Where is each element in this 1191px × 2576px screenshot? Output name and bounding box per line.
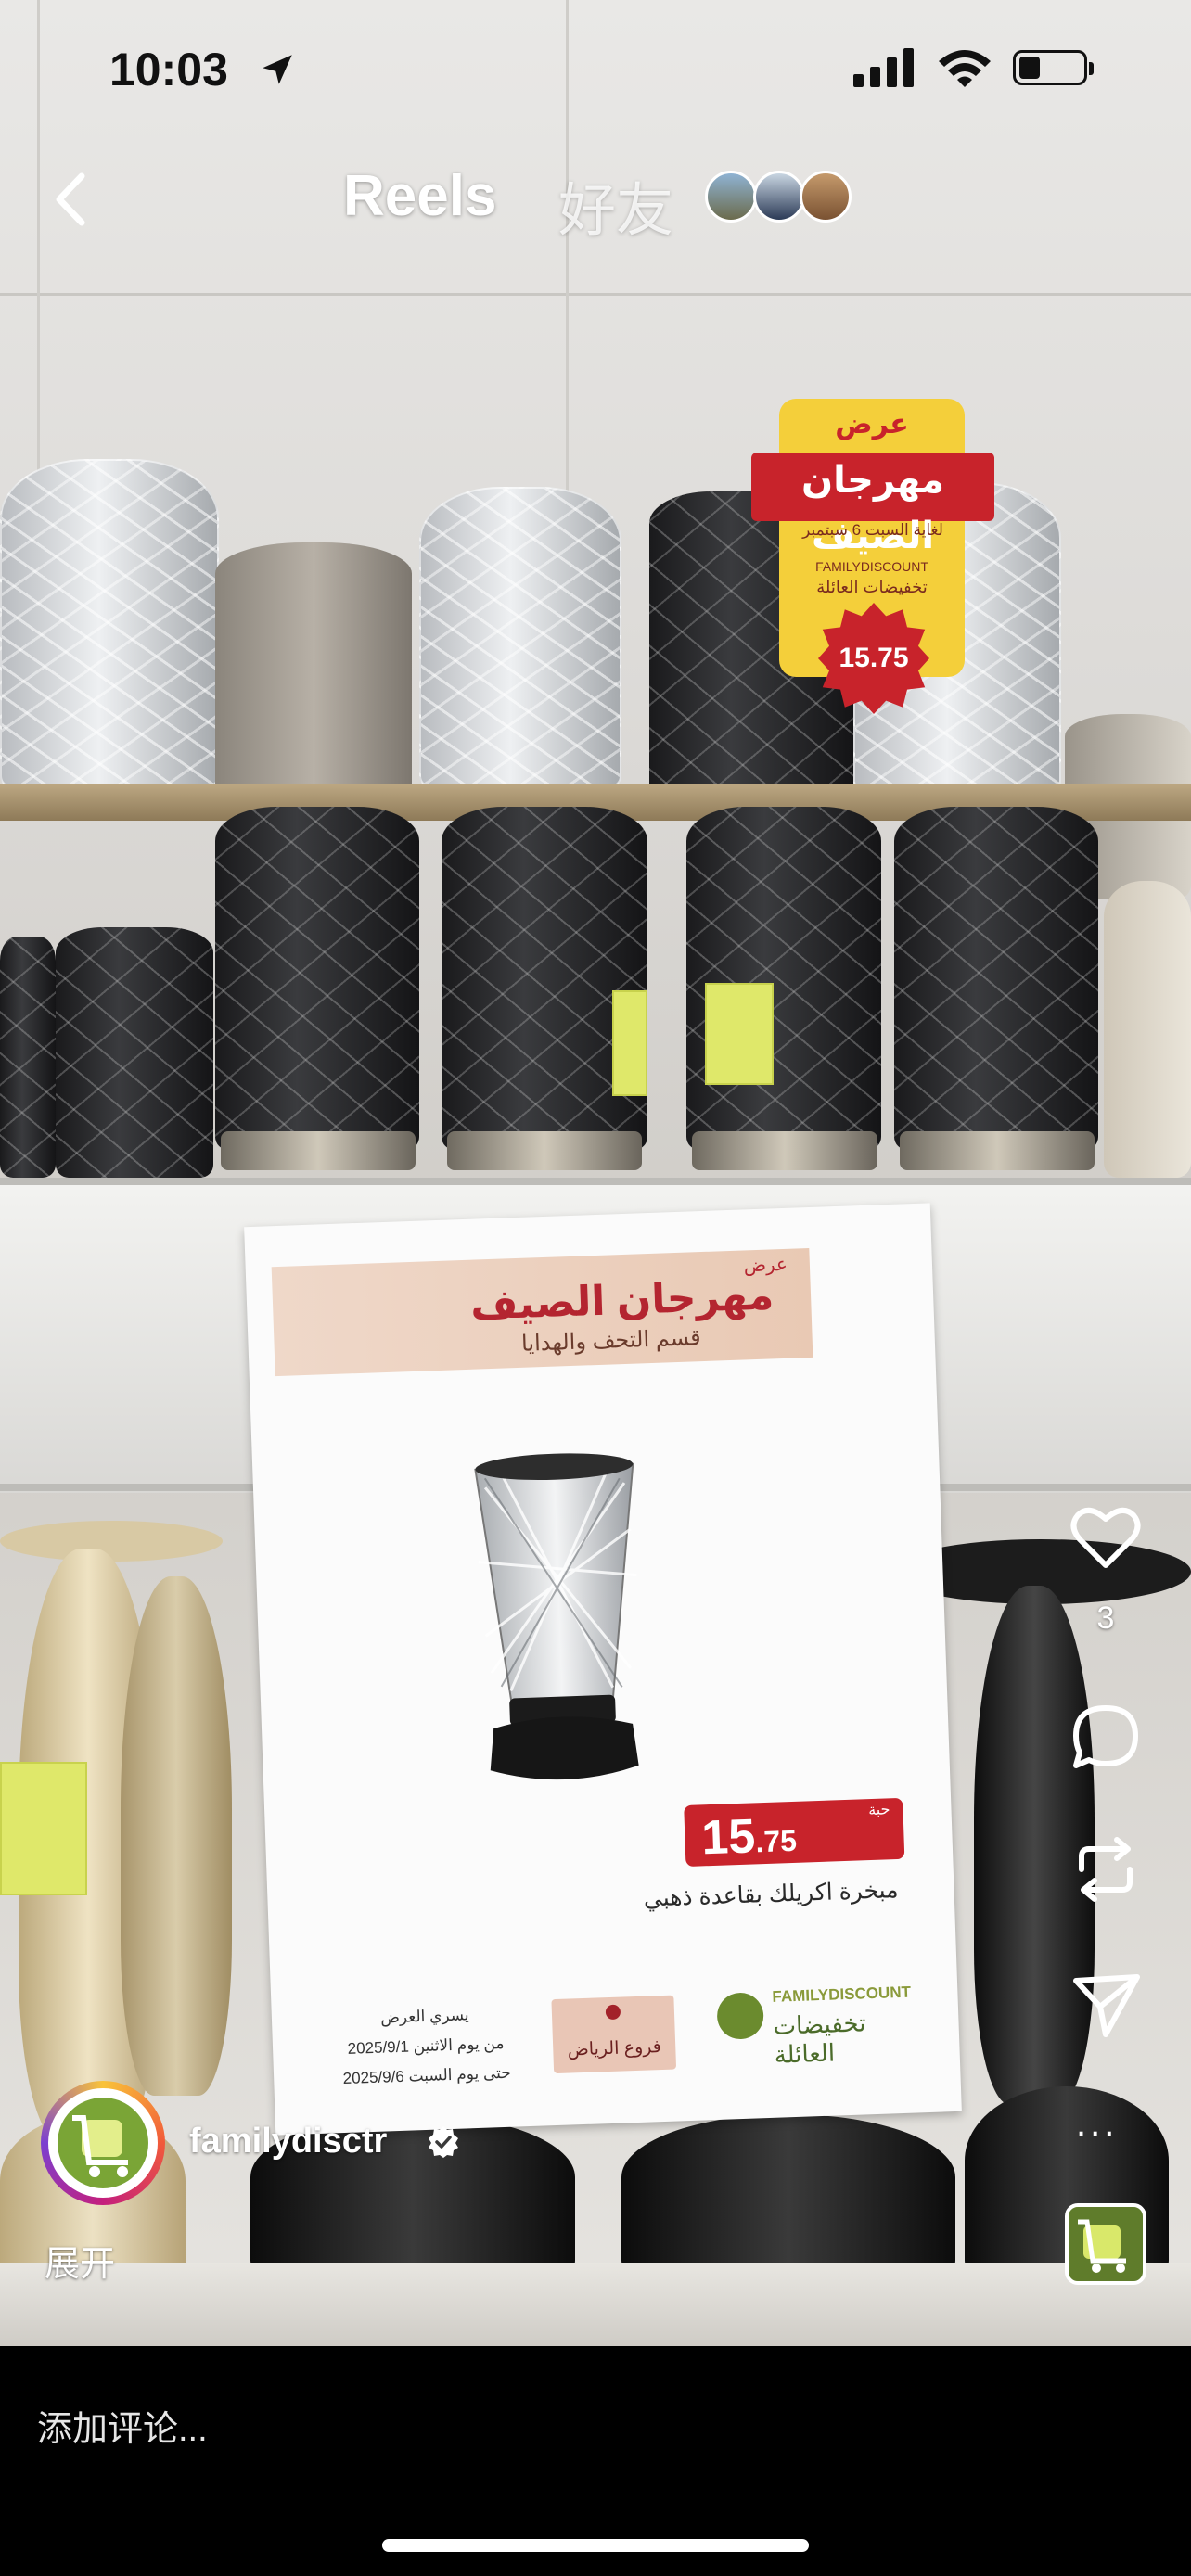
location-arrow-icon — [263, 55, 292, 84]
avatar-bg — [48, 2088, 158, 2198]
tab-reels[interactable]: Reels — [343, 163, 496, 229]
poster-price-tag: حبة 15.75 — [684, 1797, 905, 1870]
poster-branch-box: فروع الرياض — [551, 1995, 677, 2074]
promo-until: لغاية السبت 6 سبتمبر — [802, 521, 943, 539]
author-avatar[interactable] — [41, 2081, 165, 2205]
battery-icon — [1013, 50, 1094, 85]
comment-icon[interactable] — [1065, 1697, 1146, 1779]
price-sticker — [0, 1762, 87, 1895]
promo-title: مهرجان الصيف — [751, 453, 994, 556]
promo-brand: FAMILYDISCOUNT تخفيضات العائلة — [779, 556, 965, 597]
vase-dark — [442, 807, 647, 1150]
promo-brand-ar: تخفيضات العائلة — [816, 578, 928, 596]
promo-offer-label: عرض — [835, 409, 909, 440]
sale-poster: عرض مهرجان الصيف قسم التحف والهدايا حبة … — [244, 1203, 962, 2136]
vase-dark — [0, 937, 56, 1178]
vase-base — [447, 1131, 642, 1170]
poster-brand-ar: تخفيضات العائلة — [773, 2009, 866, 2069]
vase-base — [692, 1131, 877, 1170]
vase-grey — [215, 542, 412, 802]
poster-price-main: 15 — [700, 1809, 757, 1866]
poster-date-to: حتى يوم السبت 2025/9/6 — [342, 2063, 512, 2088]
vase-dark — [215, 807, 419, 1150]
cart-logo-icon — [72, 2115, 128, 2177]
poster-product-name: مبخرة اكريلك بقاعدة ذهبي — [643, 1877, 899, 1912]
poster-price-unit: حبة — [867, 1802, 890, 1819]
author-username[interactable]: familydisctr — [189, 2122, 387, 2162]
heart-icon[interactable] — [1065, 1497, 1146, 1578]
ceiling-tile-line — [566, 0, 569, 556]
vase-dark — [686, 807, 881, 1150]
poster-branch-label: فروع الرياض — [567, 2037, 662, 2060]
price-sticker — [612, 990, 647, 1096]
verified-icon — [429, 2126, 458, 2158]
poster-validity: يسري العرض من يوم الاثنين 2025/9/1 حتى ي… — [327, 1998, 524, 2094]
status-time: 10:03 — [109, 44, 228, 96]
promo-badge: عرض مهرجان الصيف لغاية السبت 6 سبتمبر FA… — [751, 399, 994, 714]
poster-title: مهرجان الصيف — [469, 1272, 775, 1329]
ceiling-tile-line — [0, 293, 1191, 296]
vase-base — [900, 1131, 1095, 1170]
audio-thumbnail[interactable] — [1065, 2203, 1146, 2285]
shelf — [0, 2263, 1191, 2346]
signal-icon — [853, 48, 914, 87]
send-icon[interactable] — [1065, 1964, 1146, 2046]
promo-brand-en: FAMILYDISCOUNT — [815, 559, 928, 574]
friend-avatar[interactable] — [800, 171, 852, 223]
comment-input[interactable]: 添加评论... — [37, 2400, 208, 2451]
vase-cream — [1104, 881, 1191, 1178]
product-image — [474, 1453, 639, 1780]
vase-base — [221, 1131, 416, 1170]
repost-icon[interactable] — [1065, 1829, 1146, 1910]
shelf-edge — [0, 1178, 1191, 1185]
like-count: 3 — [1096, 1600, 1115, 1636]
poster-brand-logo: FAMILYDISCOUNT تخفيضات العائلة — [716, 1981, 922, 2069]
expand-caption-button[interactable]: 展开 — [45, 2235, 115, 2286]
price-sticker — [705, 983, 774, 1085]
promo-price-value: 15.75 — [839, 643, 909, 673]
vase-dark — [56, 927, 213, 1178]
poster-price-value: 15.75 — [700, 1809, 797, 1870]
cart-logo-icon — [716, 1992, 765, 2040]
poster-subtitle: قسم التحف والهدايا — [520, 1325, 702, 1357]
back-chevron-icon[interactable] — [45, 167, 100, 232]
wifi-icon — [939, 50, 991, 87]
avatar-logo — [58, 2098, 148, 2188]
battery-nub — [1089, 62, 1094, 75]
more-icon[interactable]: ... — [1076, 2103, 1118, 2145]
cart-logo-icon — [1078, 2219, 1126, 2273]
poster-header: عرض مهرجان الصيف قسم التحف والهدايا — [271, 1247, 813, 1377]
tab-friends[interactable]: 好友 — [558, 163, 673, 247]
battery-level — [1019, 57, 1040, 79]
pushpin-icon — [605, 2004, 621, 2021]
poster-brand-en: FAMILYDISCOUNT — [772, 1983, 912, 2006]
vase-dark — [894, 807, 1098, 1150]
vase-clear — [419, 487, 621, 787]
friend-avatar[interactable] — [753, 171, 805, 223]
friend-avatar[interactable] — [705, 171, 757, 223]
poster-price-decimal: .75 — [754, 1823, 798, 1859]
vase-clear — [0, 459, 219, 787]
home-indicator[interactable] — [382, 2539, 809, 2552]
